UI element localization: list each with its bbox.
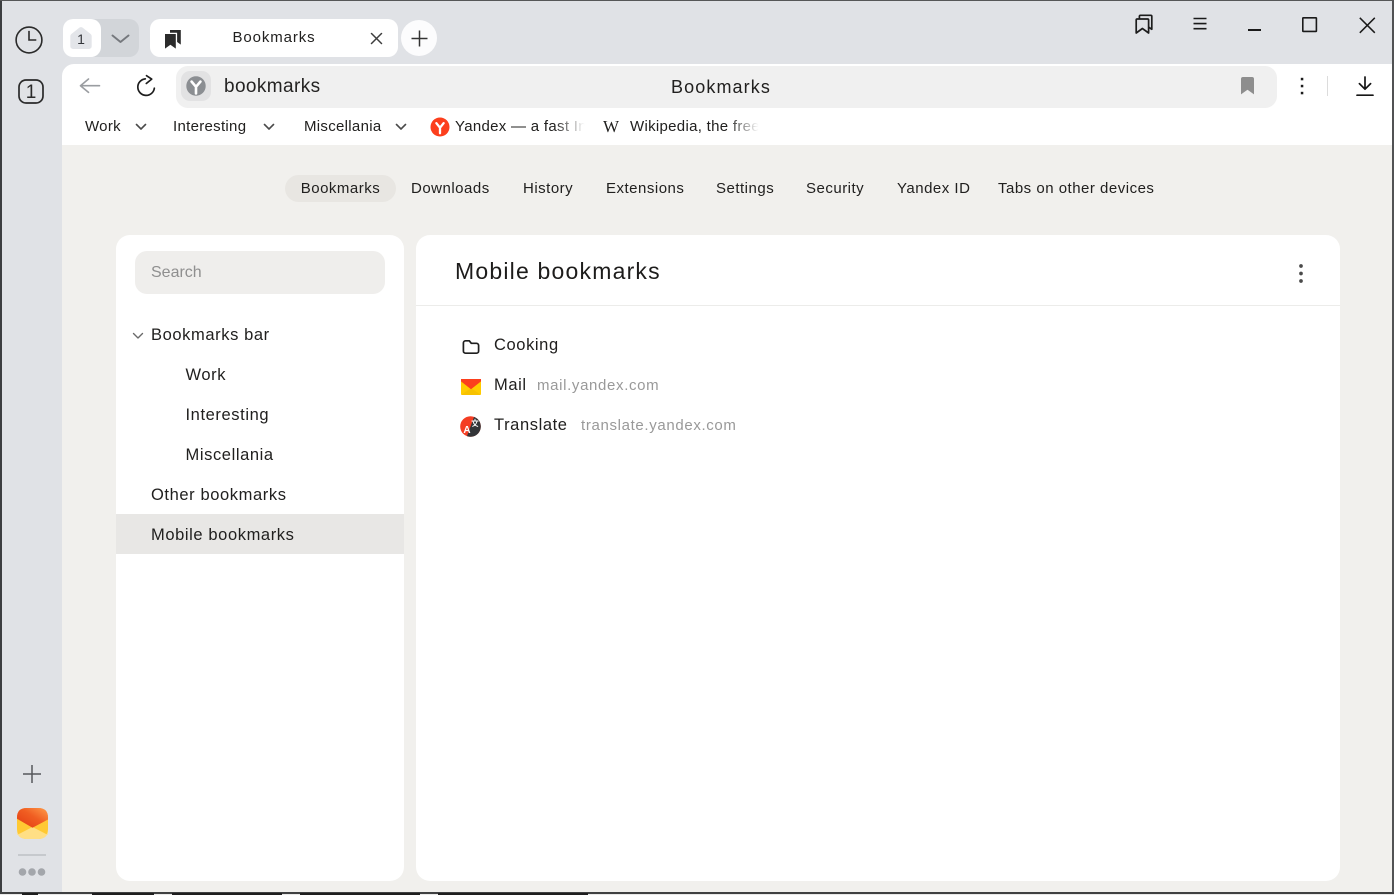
svg-text:A: A bbox=[463, 425, 470, 436]
svg-text:1: 1 bbox=[77, 31, 85, 47]
svg-text:1: 1 bbox=[26, 82, 37, 103]
